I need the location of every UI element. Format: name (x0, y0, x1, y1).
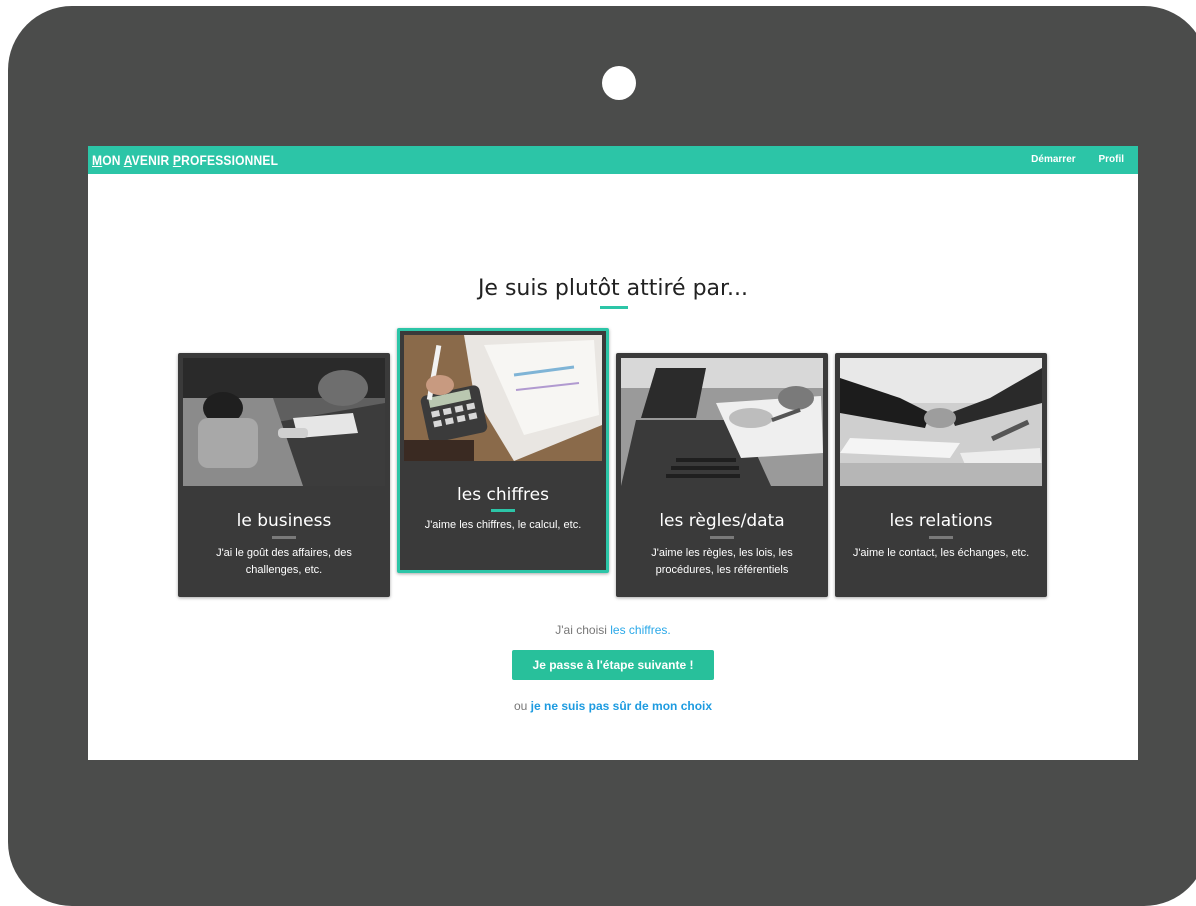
card-description: J'aime les règles, les lois, les procédu… (651, 547, 793, 576)
nav-link-profil[interactable]: Profil (1098, 154, 1124, 165)
card-divider (272, 536, 296, 539)
camera-icon (602, 66, 636, 100)
card-relations[interactable]: les relations J'aime le contact, les éch… (835, 353, 1047, 597)
business-meeting-photo (183, 358, 385, 486)
card-business[interactable]: le business J'ai le goût des affaires, d… (178, 353, 390, 597)
laptop-documents-photo (621, 358, 823, 486)
next-step-button[interactable]: Je passe à l'étape suivante ! (512, 650, 714, 680)
unsure-line: ou je ne suis pas sûr de mon choix (88, 699, 1138, 713)
card-title: le business (236, 511, 332, 531)
calculator-photo (404, 335, 602, 461)
card-description: J'aime les chiffres, le calcul, etc. (424, 519, 582, 531)
choice-summary: J'ai choisi les chiffres. (88, 623, 1138, 637)
nav-link-demarrer[interactable]: Démarrer (1031, 154, 1075, 165)
card-chiffres[interactable]: les chiffres J'aime les chiffres, le cal… (397, 328, 609, 573)
card-title: les relations (889, 511, 993, 531)
brand-logo[interactable]: MON AVENIR PROFESSIONNEL (92, 152, 278, 168)
chosen-option[interactable]: les chiffres. (610, 623, 670, 637)
app-screen: MON AVENIR PROFESSIONNEL Démarrer Profil… (88, 146, 1138, 760)
unsure-link[interactable]: je ne suis pas sûr de mon choix (531, 699, 712, 713)
unsure-prefix: ou (513, 699, 531, 713)
nav-links: Démarrer Profil (1011, 154, 1124, 165)
card-description: J'aime le contact, les échanges, etc. (852, 547, 1030, 559)
page-title: Je suis plutôt attiré par... (477, 276, 749, 301)
card-divider (710, 536, 734, 539)
card-regles-data[interactable]: les règles/data J'aime les règles, les l… (616, 353, 828, 597)
top-navbar: MON AVENIR PROFESSIONNEL Démarrer Profil (88, 146, 1138, 174)
title-underline (600, 306, 628, 309)
card-divider (491, 509, 515, 512)
handshake-photo (840, 358, 1042, 486)
card-title: les règles/data (659, 511, 785, 531)
choice-prefix: J'ai choisi (555, 623, 611, 637)
card-divider (929, 536, 953, 539)
card-title: les chiffres (457, 485, 549, 505)
card-description: J'ai le goût des affaires, des challenge… (216, 547, 352, 576)
